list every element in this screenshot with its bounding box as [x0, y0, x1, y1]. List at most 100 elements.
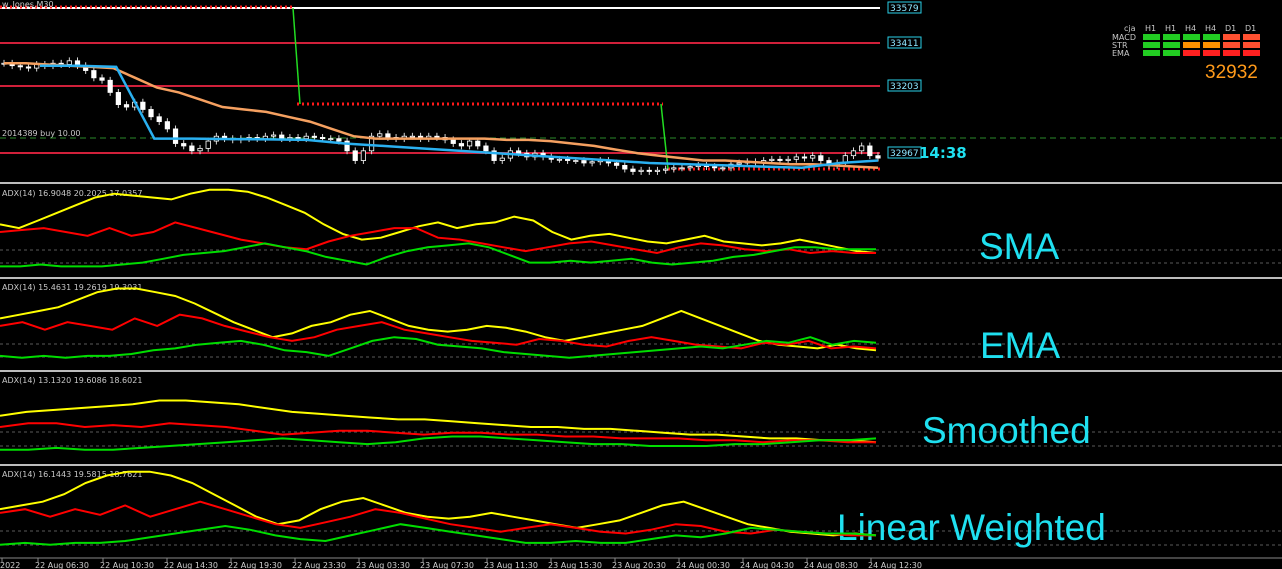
dashboard-signal-cell — [1223, 50, 1240, 56]
candle-up — [859, 145, 865, 152]
candle-down — [319, 137, 326, 140]
candle-down — [875, 155, 881, 159]
panel-label-smoothed: Smoothed — [922, 410, 1091, 451]
svg-text:33411: 33411 — [890, 39, 919, 49]
time-tick-label: 23 Aug 11:30 — [484, 561, 538, 569]
svg-text:32967: 32967 — [890, 149, 919, 159]
candle-down — [164, 121, 170, 130]
time-tick-label: 23 Aug 20:30 — [612, 561, 666, 569]
svg-text:33203: 33203 — [890, 82, 919, 92]
candle-down — [801, 156, 808, 159]
candle-up — [499, 157, 505, 161]
candle-up — [679, 167, 685, 170]
candle-down — [123, 104, 130, 108]
dashboard-timeframe: D1 — [1225, 24, 1236, 33]
dashboard-signal-cell — [1223, 34, 1240, 40]
candle-down — [475, 140, 481, 147]
dashboard-signal-cell — [1143, 50, 1160, 56]
candle-up — [671, 167, 677, 170]
adx-header-linear-weighted: ADX(14) 16.1443 19.5815 18.7621 — [2, 470, 142, 479]
candle-down — [99, 77, 105, 81]
candle-down — [385, 133, 391, 138]
dashboard-signal-cell — [1163, 42, 1180, 48]
candle-down — [140, 101, 146, 110]
candle-up — [850, 150, 857, 157]
candle-up — [810, 155, 816, 159]
candle-up — [638, 169, 644, 172]
candle-countdown: 14:38 — [919, 144, 967, 162]
candle-down — [630, 168, 636, 172]
dashboard-signal-cell — [1243, 50, 1260, 56]
candle-down — [581, 160, 587, 164]
candle-down — [181, 143, 187, 147]
dashboard-signal-cell — [1243, 42, 1260, 48]
candle-down — [867, 145, 873, 157]
candle-down — [148, 109, 154, 118]
candle-down — [336, 138, 342, 142]
candle-up — [409, 135, 416, 138]
time-tick-label: 24 Aug 04:30 — [740, 561, 794, 569]
dashboard-timeframe: D1 — [1245, 24, 1256, 33]
candle-up — [197, 147, 203, 152]
candle-up — [270, 134, 277, 137]
candle-down — [434, 135, 440, 138]
dashboard-signal-cell — [1143, 42, 1160, 48]
candle-up — [720, 167, 726, 170]
dashboard-timeframe: H1 — [1165, 24, 1176, 33]
candle-up — [687, 166, 693, 169]
dashboard-signal-cell — [1163, 34, 1180, 40]
price-label-1: 33579 — [887, 1, 922, 14]
candle-down — [311, 135, 317, 138]
trading-chart: w_Jones,M30 2014389 buy 10.00 33579 3341… — [0, 0, 1282, 569]
dashboard-signal-cell — [1203, 42, 1220, 48]
candle-up — [663, 168, 669, 171]
dashboard-signal-cell — [1203, 50, 1220, 56]
candle-up — [573, 160, 579, 162]
price-label-4: 32967 — [887, 146, 922, 159]
candle-down — [115, 92, 121, 105]
candle-down — [712, 166, 718, 169]
candle-down — [458, 143, 465, 147]
candle-down — [450, 139, 456, 144]
candle-down — [646, 169, 652, 172]
candle-down — [565, 158, 571, 161]
dashboard-timeframe: H4 — [1205, 24, 1216, 33]
candle-down — [189, 145, 195, 152]
time-tick-label: 23 Aug 15:30 — [548, 561, 602, 569]
time-tick-label: 23 Aug 03:30 — [356, 561, 410, 569]
candle-down — [515, 150, 522, 154]
dashboard-timeframe: H1 — [1145, 24, 1156, 33]
chart-title: w_Jones,M30 — [2, 0, 54, 9]
price-label-3: 33203 — [887, 79, 922, 92]
trade-label: 2014389 buy 10.00 — [2, 129, 81, 138]
dashboard-signal-cell — [1183, 42, 1200, 48]
dashboard-price: 32932 — [1205, 62, 1258, 83]
dashboard-row-label: EMA — [1112, 49, 1130, 58]
time-tick-label: 22 Aug 14:30 — [164, 561, 218, 569]
candle-down — [614, 162, 620, 166]
candle-up — [769, 158, 775, 161]
candle-down — [172, 128, 179, 144]
panel-label-linear-weighted: Linear Weighted — [837, 507, 1106, 548]
dashboard-signal-cell — [1243, 34, 1260, 40]
adx-header-smoothed: ADX(14) 13.1320 19.6086 18.6021 — [2, 376, 142, 385]
time-tick-label: 2022 — [0, 561, 20, 569]
candle-up — [589, 161, 595, 164]
candle-up — [377, 133, 383, 137]
candle-up — [736, 162, 742, 165]
candle-up — [205, 140, 211, 149]
candle-up — [328, 138, 334, 141]
price-label-2: 33411 — [887, 36, 922, 49]
dashboard-top-label: cja — [1124, 24, 1136, 33]
time-tick-label: 24 Aug 08:30 — [804, 561, 858, 569]
candle-down — [483, 145, 489, 152]
candle-down — [818, 155, 824, 161]
candle-down — [156, 116, 162, 123]
candle-up — [556, 158, 563, 161]
candle-down — [91, 70, 97, 79]
time-tick-label: 24 Aug 12:30 — [868, 561, 922, 569]
svg-text:33579: 33579 — [890, 4, 919, 14]
dashboard-signal-cell — [1183, 34, 1200, 40]
dashboard-signal-cell — [1163, 50, 1180, 56]
candle-up — [466, 140, 473, 147]
